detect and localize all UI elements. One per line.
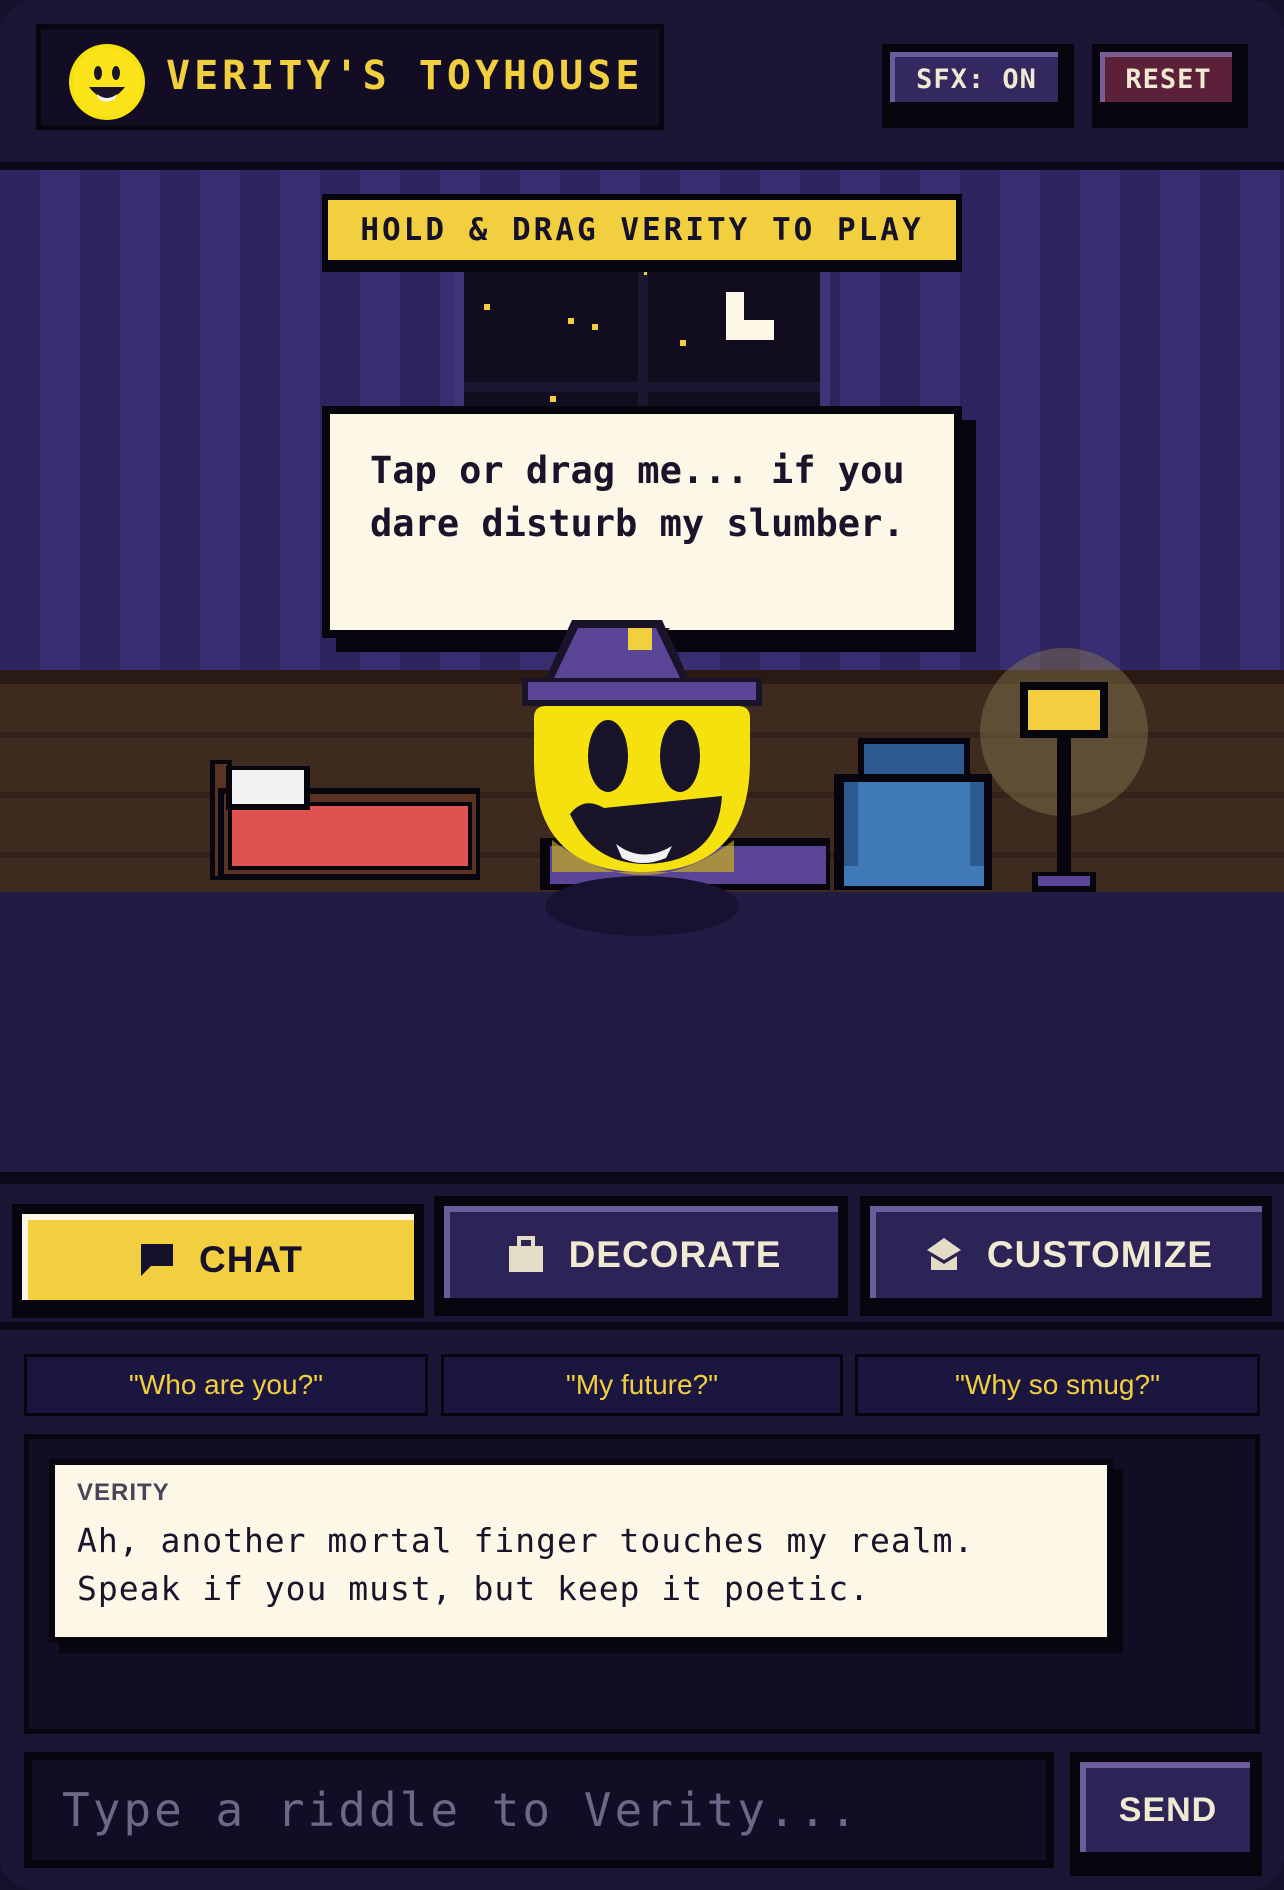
star: [592, 324, 598, 330]
speech-bubble: Tap or drag me... if you dare disturb my…: [322, 406, 962, 638]
armchair[interactable]: [834, 738, 992, 890]
briefcase-icon: [508, 1236, 543, 1272]
star: [680, 340, 686, 346]
suggestion-chip[interactable]: "Why so smug?": [855, 1354, 1260, 1416]
tab-chat-face: CHAT: [22, 1214, 414, 1300]
tab-decorate-face: DECORATE: [444, 1206, 838, 1298]
window-mullion: [464, 382, 820, 392]
tab-customize[interactable]: CUSTOMIZE: [860, 1196, 1272, 1316]
room-scene[interactable]: HOLD & DRAG VERITY TO PLAY Tap or drag m…: [0, 170, 1284, 1172]
panel-divider: [0, 1322, 1284, 1330]
send-button[interactable]: SEND: [1070, 1752, 1262, 1876]
room-divider: [0, 1172, 1284, 1184]
title-box: VERITY'S TOYHOUSE: [36, 24, 664, 130]
play-hint-banner: HOLD & DRAG VERITY TO PLAY: [322, 194, 962, 266]
bed[interactable]: [210, 760, 480, 880]
message-text: Ah, another mortal finger touches my rea…: [77, 1521, 975, 1608]
tab-customize-label: CUSTOMIZE: [986, 1234, 1214, 1275]
tab-decorate-label: DECORATE: [568, 1234, 782, 1275]
header-divider: [0, 162, 1284, 170]
tab-chat-label: CHAT: [198, 1239, 303, 1280]
chat-panel: "Who are you?" "My future?" "Why so smug…: [0, 1330, 1284, 1890]
send-label: SEND: [1080, 1762, 1250, 1852]
toyhouse-app: VERITY'S TOYHOUSE SFX: ON RESET HOLD & D…: [0, 0, 1284, 1890]
verity-character[interactable]: [512, 620, 772, 890]
tab-chat[interactable]: CHAT: [12, 1204, 424, 1318]
tab-decorate[interactable]: DECORATE: [434, 1196, 848, 1316]
reset-label: RESET: [1100, 52, 1232, 102]
header-bar: VERITY'S TOYHOUSE SFX: ON RESET: [0, 0, 1284, 162]
sfx-toggle-button[interactable]: SFX: ON: [882, 44, 1074, 128]
tab-bar: CHAT DECORATE CUSTOMIZE: [0, 1184, 1284, 1322]
star: [484, 304, 490, 310]
sfx-toggle-label: SFX: ON: [890, 52, 1058, 102]
app-title: VERITY'S TOYHOUSE: [166, 53, 644, 99]
chat-bubble-icon: [140, 1244, 173, 1276]
graduation-cap-icon: [926, 1238, 961, 1270]
riddle-input[interactable]: [24, 1752, 1054, 1868]
suggestion-chip[interactable]: "Who are you?": [24, 1354, 428, 1416]
star: [568, 318, 574, 324]
chat-message: VERITY Ah, another mortal finger touches…: [49, 1459, 1113, 1643]
star: [644, 272, 647, 275]
tab-customize-face: CUSTOMIZE: [870, 1206, 1262, 1298]
floor-lamp[interactable]: [980, 648, 1148, 892]
moon-icon: [726, 292, 774, 340]
reset-button[interactable]: RESET: [1092, 44, 1248, 128]
smiley-face-icon: [69, 44, 145, 120]
star: [550, 396, 556, 402]
chat-log[interactable]: VERITY Ah, another mortal finger touches…: [24, 1434, 1260, 1734]
suggestion-chip[interactable]: "My future?": [441, 1354, 843, 1416]
message-speaker: VERITY: [77, 1479, 170, 1506]
